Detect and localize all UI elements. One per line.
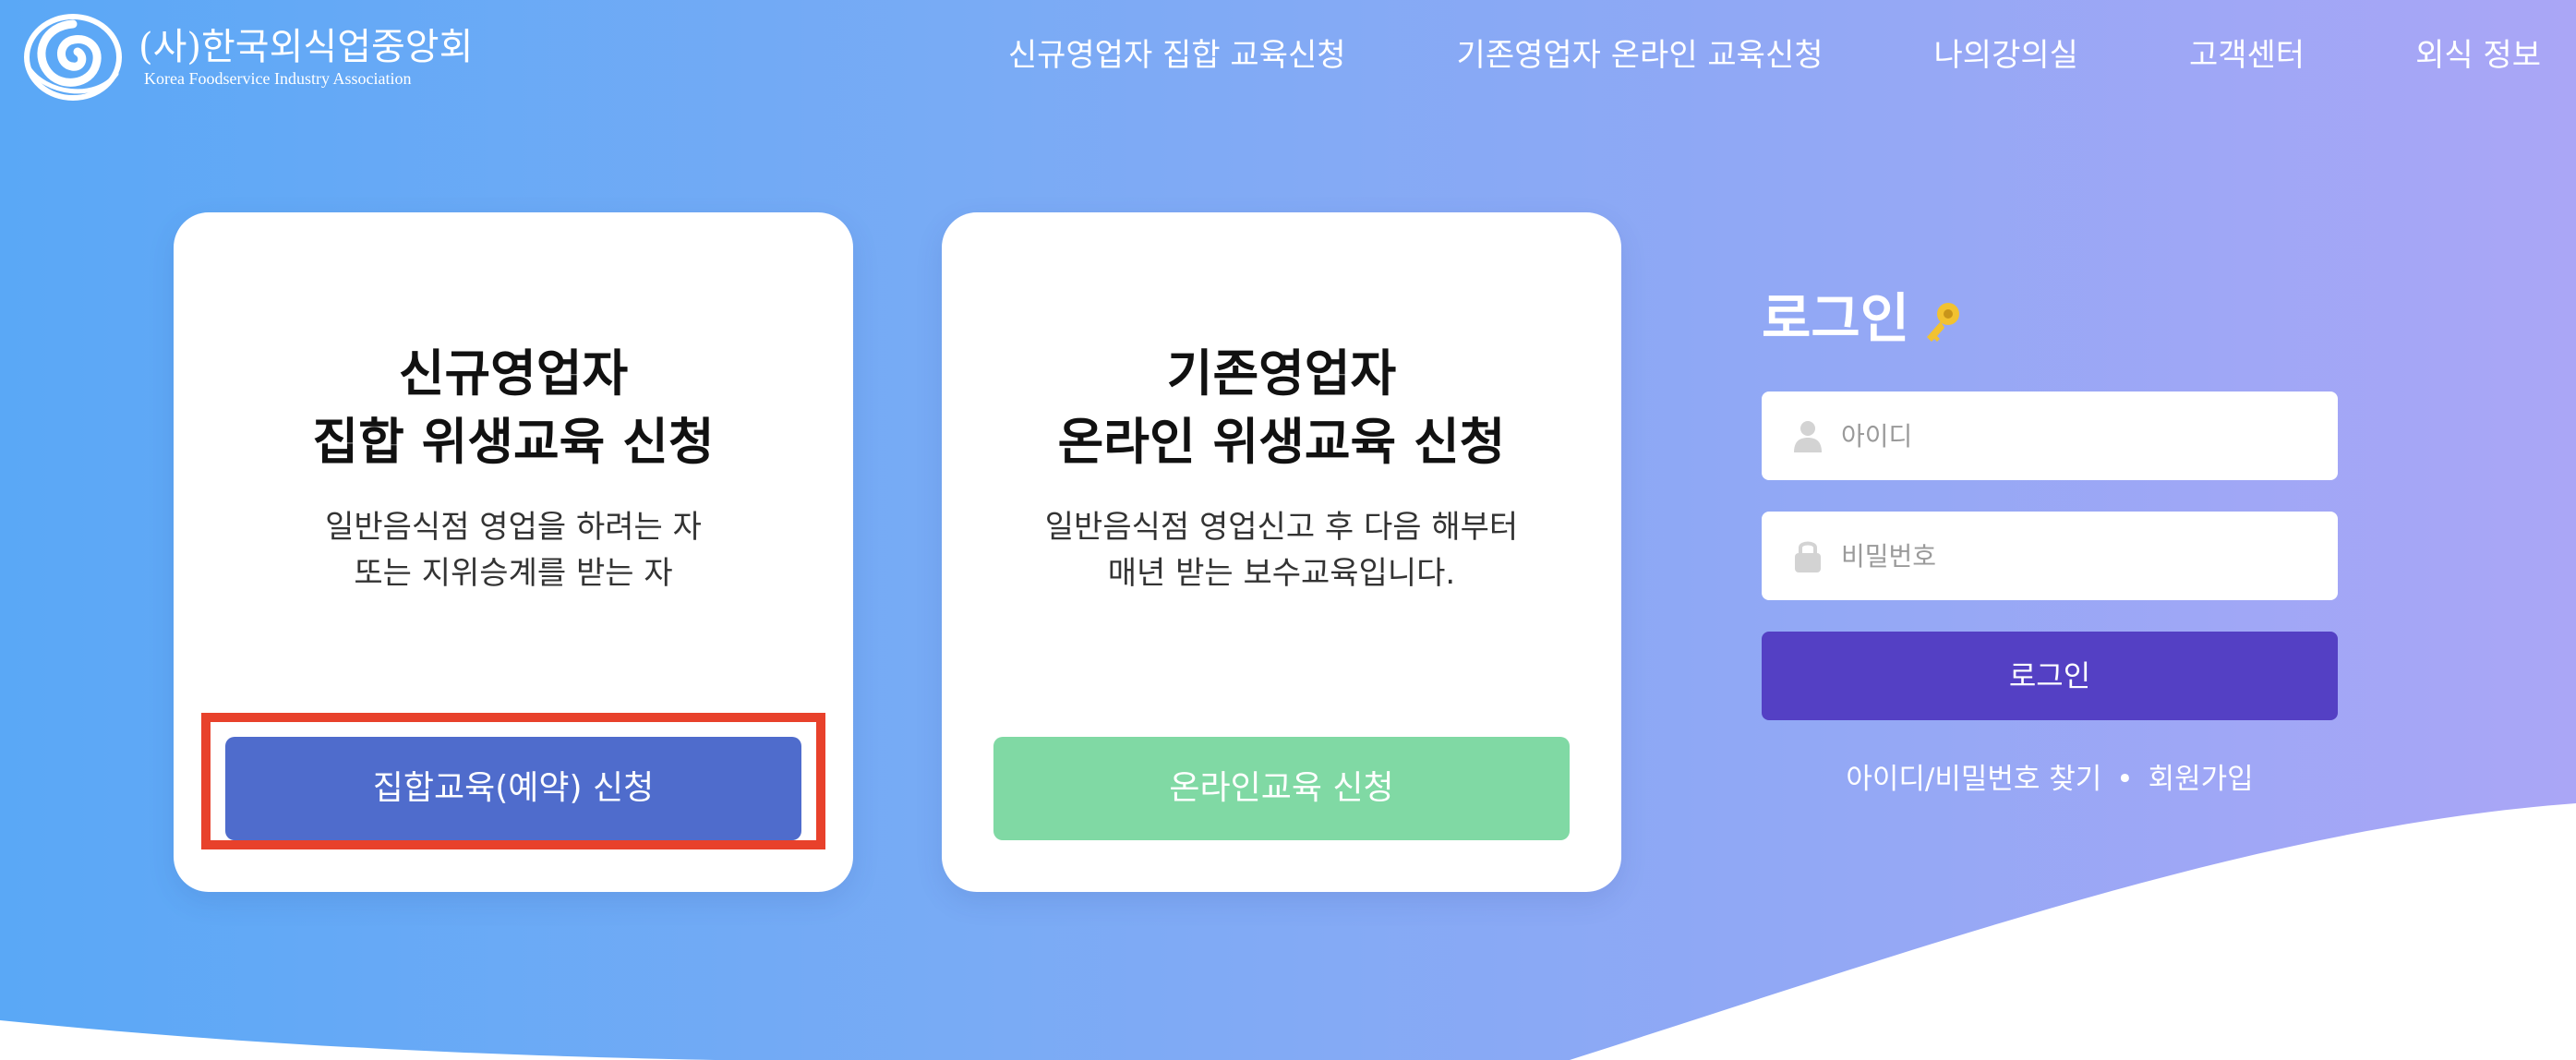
card-desc-line1: 일반음식점 영업신고 후 다음 해부터 — [1044, 509, 1519, 546]
card-desc-line2: 또는 지위승계를 받는 자 — [354, 555, 673, 592]
card-title-line2: 온라인 위생교육 신청 — [1057, 413, 1506, 471]
card-title-line1: 기존영업자 — [1166, 344, 1397, 403]
new-business-training-card: 신규영업자 집합 위생교육 신청 일반음식점 영업을 하려는 자 또는 지위승계… — [174, 212, 853, 892]
login-links: 아이디/비밀번호 찾기 • 회원가입 — [1762, 761, 2338, 798]
nav-customer-center[interactable]: 고객센터 — [2189, 26, 2305, 85]
nav-foodservice-info[interactable]: 외식 정보 — [2415, 26, 2541, 85]
lock-icon — [1793, 537, 1823, 574]
logo-english-name: Korea Foodservice Industry Association — [144, 69, 412, 88]
find-id-password-link[interactable]: 아이디/비밀번호 찾기 — [1846, 763, 2101, 796]
card-desc-line1: 일반음식점 영업을 하려는 자 — [325, 509, 702, 546]
nav-my-classroom[interactable]: 나의강의실 — [1934, 26, 2078, 85]
card-desc-line2: 매년 받는 보수교육입니다. — [1107, 555, 1456, 592]
logo-swirl-icon — [24, 14, 122, 101]
link-separator: • — [2116, 763, 2134, 796]
key-icon — [1927, 303, 1960, 342]
card-title-line2: 집합 위생교육 신청 — [312, 413, 715, 471]
logo-text: (사)한국외식업중앙회 Korea Foodservice Industry A… — [138, 26, 473, 89]
signup-link[interactable]: 회원가입 — [2149, 763, 2254, 796]
login-button[interactable]: 로그인 — [1762, 632, 2338, 720]
online-training-apply-button[interactable]: 온라인교육 신청 — [993, 737, 1570, 840]
existing-business-training-card: 기존영업자 온라인 위생교육 신청 일반음식점 영업신고 후 다음 해부터 매년… — [942, 212, 1621, 892]
card-title: 신규영업자 집합 위생교육 신청 — [174, 340, 853, 476]
main-nav: 신규영업자 집합 교육신청 기존영업자 온라인 교육신청 나의강의실 고객센터 … — [1008, 26, 2541, 85]
id-input[interactable] — [1839, 407, 2286, 464]
login-heading: 로그인 — [1762, 277, 2338, 360]
card-description: 일반음식점 영업신고 후 다음 해부터 매년 받는 보수교육입니다. — [942, 504, 1621, 596]
site-logo[interactable]: (사)한국외식업중앙회 Korea Foodservice Industry A… — [24, 13, 473, 102]
card-description: 일반음식점 영업을 하려는 자 또는 지위승계를 받는 자 — [174, 504, 853, 596]
login-title-text: 로그인 — [1762, 287, 1910, 350]
logo-korean-name: (사)한국외식업중앙회 — [138, 26, 474, 68]
group-training-apply-button[interactable]: 집합교육(예약) 신청 — [225, 737, 801, 840]
id-field[interactable] — [1762, 391, 2338, 480]
card-title: 기존영업자 온라인 위생교육 신청 — [942, 340, 1621, 476]
password-field[interactable] — [1762, 512, 2338, 600]
login-panel: 로그인 로그인 아이디/비밀번호 찾기 • 회원가입 — [1762, 277, 2338, 798]
user-icon — [1793, 417, 1823, 454]
nav-new-business-group-training[interactable]: 신규영업자 집합 교육신청 — [1008, 26, 1346, 85]
password-input[interactable] — [1839, 527, 2286, 584]
nav-existing-business-online-training[interactable]: 기존영업자 온라인 교육신청 — [1457, 26, 1824, 85]
card-title-line1: 신규영업자 — [398, 344, 629, 403]
